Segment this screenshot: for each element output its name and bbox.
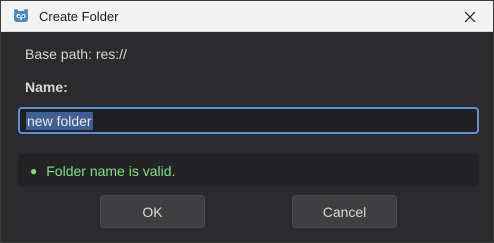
close-icon[interactable] — [447, 1, 493, 32]
validation-panel: ● Folder name is valid. — [18, 154, 479, 187]
folder-name-value: new folder — [26, 111, 93, 130]
create-folder-dialog: Create Folder Base path: res:// Name: ne… — [0, 0, 494, 243]
godot-icon — [12, 7, 30, 25]
bullet-icon: ● — [30, 163, 38, 178]
base-path-label: Base path: res:// — [25, 46, 127, 62]
name-label: Name: — [25, 79, 68, 95]
dialog-body: Base path: res:// Name: new folder ● Fol… — [1, 32, 493, 242]
ok-button[interactable]: OK — [100, 195, 205, 228]
cancel-button[interactable]: Cancel — [292, 195, 397, 228]
folder-name-input[interactable]: new folder — [18, 107, 479, 134]
validation-message: Folder name is valid. — [46, 162, 176, 179]
title-bar: Create Folder — [1, 1, 493, 32]
window-title: Create Folder — [39, 8, 119, 24]
